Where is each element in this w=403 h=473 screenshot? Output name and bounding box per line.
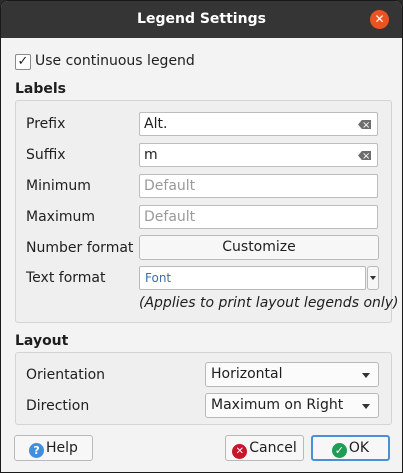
suffix-value: m [144, 147, 158, 163]
minimum-input[interactable]: Default [139, 174, 378, 198]
labels-section-title: Labels [15, 81, 67, 97]
clear-icon[interactable] [358, 151, 371, 160]
orientation-value: Horizontal [211, 366, 283, 382]
font-button[interactable]: Font [139, 266, 366, 290]
font-menu-button[interactable] [367, 266, 379, 290]
ok-icon: ✓ [331, 443, 347, 458]
chevron-down-icon [362, 404, 370, 409]
prefix-label: Prefix [26, 116, 66, 132]
layout-section-title: Layout [15, 333, 69, 349]
suffix-label: Suffix [26, 147, 66, 163]
cancel-label: Cancel [249, 440, 297, 456]
help-label: Help [46, 440, 78, 456]
cancel-button[interactable]: ✕ Cancel [225, 435, 304, 461]
ok-button[interactable]: ✓ OK [311, 435, 390, 461]
direction-select[interactable]: Maximum on Right [205, 393, 379, 418]
font-value: Font [145, 271, 172, 285]
help-icon: ? [29, 443, 45, 458]
cancel-icon: ✕ [232, 444, 248, 459]
dialog-title: Legend Settings [137, 11, 266, 27]
clear-icon[interactable] [358, 120, 371, 129]
text-format-label: Text format [26, 270, 106, 286]
chevron-down-icon [362, 373, 370, 378]
use-continuous-legend-label[interactable]: Use continuous legend [35, 53, 195, 69]
maximum-label: Maximum [26, 209, 95, 225]
orientation-label: Orientation [26, 367, 106, 383]
number-format-label: Number format [26, 240, 134, 256]
title-bar: Legend Settings ✕ [1, 1, 402, 38]
legend-settings-dialog: Legend Settings ✕ ✓ Use continuous legen… [0, 0, 403, 473]
minimum-placeholder: Default [144, 178, 196, 194]
prefix-value: Alt. [144, 116, 168, 132]
use-continuous-legend-checkbox[interactable]: ✓ [15, 54, 31, 70]
chevron-down-icon [370, 276, 376, 280]
suffix-input[interactable]: m [139, 143, 378, 167]
direction-label: Direction [26, 398, 90, 414]
customize-button[interactable]: Customize [139, 235, 379, 260]
orientation-select[interactable]: Horizontal [205, 362, 379, 387]
ok-label: OK [348, 440, 370, 456]
direction-value: Maximum on Right [211, 397, 344, 413]
print-layout-note: (Applies to print layout legends only) [139, 295, 399, 311]
prefix-input[interactable]: Alt. [139, 112, 378, 136]
close-button[interactable]: ✕ [370, 10, 389, 29]
help-button[interactable]: ? Help [14, 435, 93, 461]
minimum-label: Minimum [26, 178, 91, 194]
maximum-input[interactable]: Default [139, 205, 378, 229]
maximum-placeholder: Default [144, 209, 196, 225]
